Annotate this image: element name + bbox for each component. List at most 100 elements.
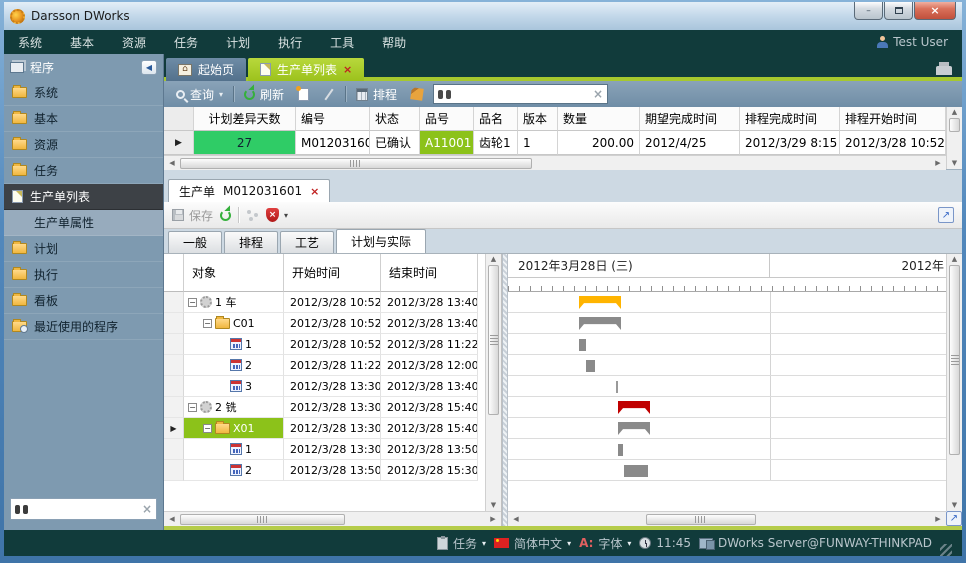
menu-execute[interactable]: 执行 [278, 34, 302, 51]
tree-cell-object[interactable]: 3 [184, 376, 284, 397]
sidebar-item-system[interactable]: 系统 [4, 80, 163, 106]
schedule-button[interactable]: 排程 [352, 84, 401, 105]
tree-cell-object[interactable]: −C01 [184, 313, 284, 334]
printer-icon[interactable] [936, 66, 952, 75]
current-user[interactable]: Test User [877, 35, 948, 49]
tree-cell-object[interactable]: −X01 [184, 418, 284, 439]
tree-row[interactable]: 12012/3/28 13:302012/3/28 13:50 [164, 439, 485, 460]
tree-col-start[interactable]: 开始时间 [284, 254, 381, 292]
order-row[interactable]: ▶ 27 M012031601 已确认 A11001 齿轮1 1 200.00 … [164, 131, 946, 155]
status-font-menu[interactable]: A: 字体 ▾ [579, 535, 631, 552]
scroll-thumb[interactable] [949, 265, 960, 455]
tab-close-icon[interactable]: × [343, 63, 352, 76]
col-plan-diff-days[interactable]: 计划差异天数 [194, 107, 296, 131]
gantt-row[interactable] [508, 355, 946, 376]
subtab-plan-vs-actual[interactable]: 计划与实际 [336, 229, 426, 253]
tree-row[interactable]: ▶−X012012/3/28 13:302012/3/28 15:40 [164, 418, 485, 439]
tab-start-page[interactable]: ⌂ 起始页 [166, 58, 246, 81]
tree-expander-icon[interactable]: − [203, 319, 212, 328]
col-sched-start[interactable]: 排程开始时间 [840, 107, 946, 131]
tree-col-object[interactable]: 对象 [184, 254, 284, 292]
resize-grip[interactable] [940, 544, 952, 556]
col-status[interactable]: 状态 [370, 107, 420, 131]
sidebar-item-production-order-props[interactable]: 生产单属性 [4, 210, 163, 236]
sidebar-search-clear-icon[interactable]: × [142, 502, 152, 516]
tree-cell-object[interactable]: −2 铣 [184, 397, 284, 418]
sidebar-item-execute[interactable]: 执行 [4, 262, 163, 288]
tree-row[interactable]: 32012/3/28 13:302012/3/28 13:40 [164, 376, 485, 397]
subtab-process[interactable]: 工艺 [280, 231, 334, 253]
clear-schedule-button[interactable] [407, 86, 427, 102]
menu-task[interactable]: 任务 [174, 34, 198, 51]
col-code[interactable]: 编号 [296, 107, 370, 131]
tree-expander-icon[interactable]: − [188, 298, 197, 307]
sidebar-collapse-button[interactable]: ◀ [141, 60, 157, 75]
edit-button[interactable] [319, 86, 339, 103]
tree-cell-object[interactable]: 1 [184, 439, 284, 460]
scroll-thumb[interactable] [180, 514, 345, 525]
tree-cell-object[interactable]: −1 车 [184, 292, 284, 313]
gantt-hscrollbar[interactable]: ◀ ▶ [508, 511, 946, 526]
tree-cell-object[interactable]: 2 [184, 460, 284, 481]
gantt-bar[interactable] [579, 296, 621, 309]
gantt-bar[interactable] [586, 360, 595, 372]
toolbar-search-input[interactable] [455, 87, 589, 101]
col-sched-end[interactable]: 排程完成时间 [740, 107, 840, 131]
scroll-thumb[interactable] [180, 158, 532, 169]
tree-row[interactable]: 22012/3/28 11:222012/3/28 12:00 [164, 355, 485, 376]
gantt-vscrollbar[interactable]: ▲ ▼ [946, 254, 962, 511]
status-language-menu[interactable]: 简体中文 ▾ [494, 535, 571, 552]
sidebar-item-task[interactable]: 任务 [4, 158, 163, 184]
tree-expander-icon[interactable]: − [188, 403, 197, 412]
tree-col-end[interactable]: 结束时间 [381, 254, 478, 292]
tab-production-order-list[interactable]: 生产单列表 × [248, 58, 364, 81]
toolbar-search-clear-icon[interactable]: × [593, 87, 603, 101]
gantt-bar[interactable] [579, 317, 621, 330]
save-button[interactable]: 保存 [172, 207, 213, 224]
col-item-name[interactable]: 品名 [474, 107, 518, 131]
grid-hscrollbar[interactable]: ◀ ▶ [164, 155, 946, 170]
gantt-row[interactable] [508, 418, 946, 439]
grid-vscrollbar[interactable]: ▲ ▼ [946, 107, 962, 169]
gantt-bar[interactable] [616, 381, 618, 393]
tree-row[interactable]: −2 铣2012/3/28 13:302012/3/28 15:40 [164, 397, 485, 418]
sidebar-item-kanban[interactable]: 看板 [4, 288, 163, 314]
col-item-no[interactable]: 品号 [420, 107, 474, 131]
gantt-row[interactable] [508, 313, 946, 334]
scroll-thumb[interactable] [949, 118, 960, 132]
status-task-menu[interactable]: 任务 ▾ [437, 535, 486, 552]
menu-system[interactable]: 系统 [18, 34, 42, 51]
tree-cell-object[interactable]: 1 [184, 334, 284, 355]
scroll-thumb[interactable] [646, 514, 756, 525]
gantt-bar[interactable] [618, 444, 623, 456]
gantt-row[interactable] [508, 334, 946, 355]
tree-row[interactable]: 22012/3/28 13:502012/3/28 15:30 [164, 460, 485, 481]
gantt-bar[interactable] [624, 465, 648, 477]
tree-vscrollbar[interactable]: ▲ ▼ [485, 254, 501, 511]
sidebar-item-recent-programs[interactable]: 最近使用的程序 [4, 314, 163, 340]
maximize-button[interactable] [884, 2, 913, 20]
new-button[interactable] [294, 86, 313, 103]
sidebar-item-basic[interactable]: 基本 [4, 106, 163, 132]
gantt-bar[interactable] [618, 401, 650, 414]
scroll-thumb[interactable] [488, 265, 499, 415]
col-expect-end[interactable]: 期望完成时间 [640, 107, 740, 131]
close-button[interactable]: × [914, 2, 956, 20]
menu-plan[interactable]: 计划 [226, 34, 250, 51]
subtab-general[interactable]: 一般 [168, 231, 222, 253]
menu-tools[interactable]: 工具 [330, 34, 354, 51]
gantt-row[interactable] [508, 439, 946, 460]
tree-row[interactable]: −1 车2012/3/28 10:522012/3/28 13:40 [164, 292, 485, 313]
sidebar-search-input[interactable] [32, 502, 138, 516]
gantt-bar[interactable] [618, 422, 650, 435]
minimize-button[interactable]: – [854, 2, 883, 20]
gantt-row[interactable] [508, 460, 946, 481]
doc-tab-production-order[interactable]: 生产单 M012031601 × [168, 179, 330, 202]
gantt-row[interactable] [508, 397, 946, 418]
query-button[interactable]: 查询 ▾ [172, 84, 227, 105]
refresh-button[interactable]: 刷新 [240, 84, 288, 105]
flow-button[interactable] [246, 209, 259, 221]
gantt-row[interactable] [508, 292, 946, 313]
gantt-popout-icon[interactable]: ↗ [946, 511, 962, 526]
tree-hscrollbar[interactable]: ◀ ▶ [164, 511, 501, 526]
